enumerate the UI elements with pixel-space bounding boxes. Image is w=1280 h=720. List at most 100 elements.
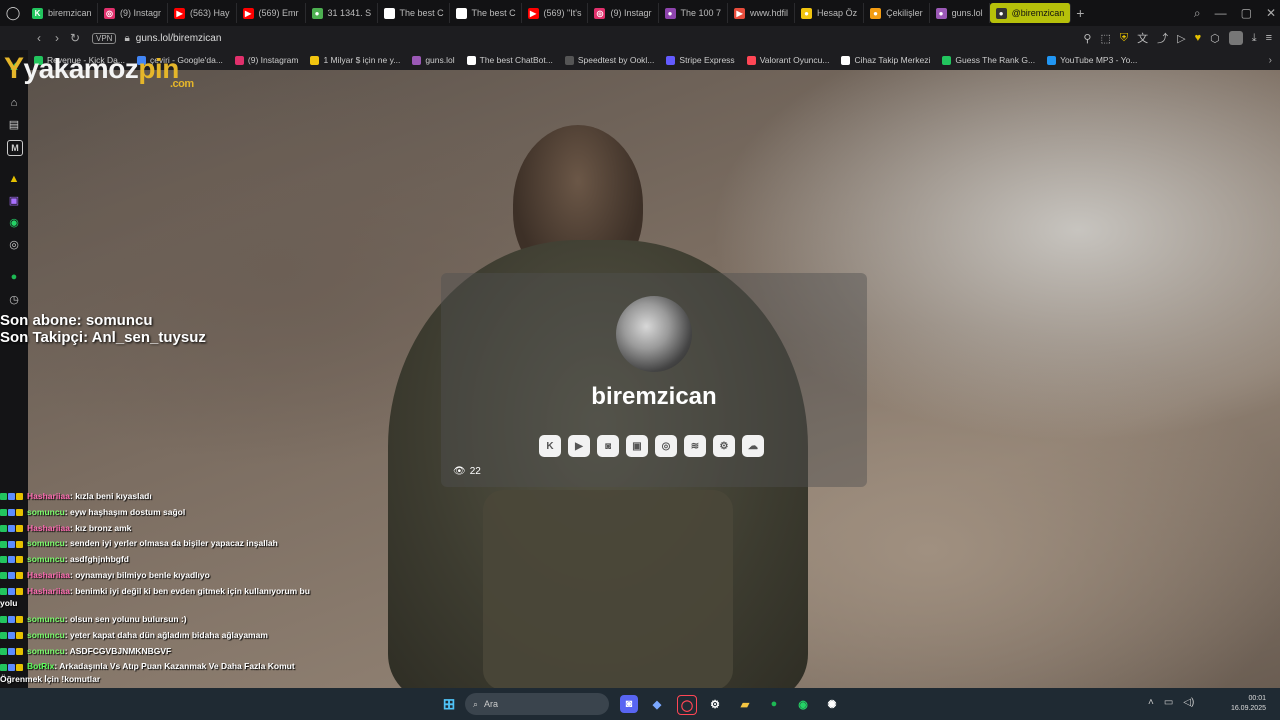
- spotify-icon[interactable]: ●: [765, 695, 783, 713]
- chat-badges: [0, 645, 24, 658]
- screenshot-icon[interactable]: ⬚: [1100, 32, 1110, 45]
- shield-icon[interactable]: ⛨: [1120, 32, 1128, 45]
- instagram-icon[interactable]: ◎: [655, 435, 677, 457]
- chat-badge-icon: [8, 663, 15, 671]
- monitor-icon[interactable]: ▭: [1164, 697, 1173, 708]
- search-tabs-icon[interactable]: ⌕: [1194, 6, 1201, 21]
- bookmark-favicon-icon: [841, 55, 851, 65]
- vpn-badge[interactable]: VPN: [92, 32, 117, 44]
- browser-tab[interactable]: ◈ The best C: [450, 3, 522, 23]
- browser-tab[interactable]: ● Çekilişler: [864, 3, 930, 23]
- forward-button[interactable]: ›: [48, 31, 66, 45]
- browser-tab[interactable]: ◎ (9) Instagr: [98, 3, 169, 23]
- browser-tab[interactable]: ● @biremzican: [989, 3, 1072, 23]
- bookmarks-more-icon[interactable]: ›: [1269, 55, 1272, 66]
- steam-icon[interactable]: ⚙: [713, 435, 735, 457]
- translate-icon[interactable]: 文: [1137, 30, 1148, 46]
- whatsapp-icon[interactable]: ◉: [794, 695, 812, 713]
- steam-icon[interactable]: ⚙: [706, 695, 724, 713]
- chat-text: : kız bronz amk: [70, 522, 132, 533]
- chat-badges: [0, 613, 24, 626]
- kick-icon[interactable]: K: [539, 435, 561, 457]
- profile-avatar[interactable]: [1228, 31, 1243, 45]
- chat-username: Hashariiaa: [27, 491, 70, 501]
- mail-icon[interactable]: M: [7, 140, 23, 156]
- volume-icon[interactable]: ◁): [1183, 697, 1194, 708]
- history-icon[interactable]: ◷: [7, 293, 21, 307]
- back-button[interactable]: ‹: [30, 31, 48, 45]
- chat-badge-icon: [0, 509, 7, 517]
- bookmark-item[interactable]: guns.lol: [406, 55, 460, 65]
- start-icon[interactable]: ⊞: [440, 695, 458, 713]
- chat-badges: [0, 585, 24, 598]
- bookmark-item[interactable]: Stripe Express: [660, 55, 740, 65]
- tray-expand-icon[interactable]: ˄: [1148, 697, 1154, 708]
- bookmark-item[interactable]: Cihaz Takip Merkezi: [835, 55, 936, 65]
- whatsapp-icon[interactable]: ◉: [7, 216, 21, 230]
- browser-tab[interactable]: ● Hesap Öz: [795, 3, 865, 23]
- pinboard-icon[interactable]: ▤: [7, 118, 21, 132]
- discord-icon[interactable]: ◙: [597, 435, 619, 457]
- download-icon[interactable]: ⤓: [1252, 32, 1257, 45]
- system-tray: ˄ ▭ ◁): [1148, 697, 1194, 708]
- copilot-icon[interactable]: ◆: [648, 695, 666, 713]
- logo-mark-icon: Y: [4, 52, 24, 85]
- minimize-button[interactable]: —: [1215, 6, 1227, 20]
- browser-tab[interactable]: ▶ (563) Hay: [168, 3, 237, 23]
- twitch-icon[interactable]: ▣: [7, 194, 21, 208]
- flow-icon[interactable]: ⌂: [7, 96, 21, 110]
- clock-date: 16.09.2025: [1230, 705, 1266, 712]
- easy-setup-icon[interactable]: ≡: [1266, 32, 1272, 44]
- close-button[interactable]: ✕: [1266, 6, 1276, 20]
- opera-icon[interactable]: ◯: [677, 695, 697, 715]
- browser-tab[interactable]: ▶ (569) Emr: [237, 3, 306, 23]
- bookmark-item[interactable]: The best ChatBot...: [461, 55, 559, 65]
- new-tab-button[interactable]: +: [1071, 5, 1089, 21]
- chat-username: somuncu: [27, 538, 65, 549]
- chat-badge-icon: [0, 524, 7, 532]
- taskbar-search[interactable]: ⌕ Ara: [465, 693, 609, 715]
- browser-tab[interactable]: Kbiremzican: [26, 3, 98, 23]
- profile-avatar-image: [616, 296, 692, 372]
- maximize-button[interactable]: ▢: [1241, 6, 1252, 20]
- instagram-icon[interactable]: ◎: [7, 238, 21, 252]
- browser-tab[interactable]: ▶ (569) "It's: [522, 3, 589, 23]
- lock-icon[interactable]: 🔒︎: [124, 33, 129, 44]
- clock[interactable]: 00:01 16.09.2025: [1231, 694, 1266, 714]
- bookmark-favicon-icon: [234, 55, 244, 65]
- browser-tab[interactable]: ● The 100 7: [659, 3, 729, 23]
- share-icon[interactable]: ⤴: [1157, 30, 1168, 46]
- twitch-icon[interactable]: ▣: [626, 435, 648, 457]
- spotify-icon[interactable]: ●: [7, 270, 21, 284]
- bookmark-item[interactable]: Guess The Rank G...: [936, 55, 1041, 65]
- bookmark-item[interactable]: 1 Milyar $ için ne y...: [304, 55, 406, 65]
- file-explorer-icon[interactable]: ▰: [736, 695, 754, 713]
- play-icon[interactable]: ▷: [1177, 32, 1185, 45]
- url-input[interactable]: guns.lol/biremzican: [136, 33, 222, 44]
- chatgpt-icon[interactable]: ✺: [823, 695, 841, 713]
- browser-tab[interactable]: ◎ (9) Instagr: [588, 3, 659, 23]
- heart-icon[interactable]: ♥: [1195, 32, 1202, 44]
- opera-menu-icon[interactable]: ◯: [0, 5, 26, 21]
- bookmark-label: Valorant Oyuncu...: [759, 55, 830, 65]
- discord-icon[interactable]: ◙: [620, 695, 638, 713]
- bookmark-favicon-icon: [666, 55, 676, 65]
- pin-icon[interactable]: ⚲: [1083, 32, 1091, 45]
- spotify-icon[interactable]: ≋: [684, 435, 706, 457]
- chat-badge-icon: [8, 616, 15, 624]
- browser-tab[interactable]: ▶ www.hdfil: [728, 3, 796, 23]
- bookmark-item[interactable]: Valorant Oyuncu...: [741, 55, 836, 65]
- chat-text: : asdfghjnhbgfd: [64, 554, 129, 565]
- youtube-icon[interactable]: ▶: [568, 435, 590, 457]
- reload-button[interactable]: ↻: [66, 31, 84, 45]
- browser-tab[interactable]: ● guns.lol: [930, 3, 990, 23]
- bookmark-item[interactable]: Speedtest by Ookl...: [559, 55, 661, 65]
- aria-icon[interactable]: ▲: [7, 172, 21, 186]
- snapchat-icon[interactable]: ☁: [742, 435, 764, 457]
- browser-tab[interactable]: ◈ The best C: [378, 3, 450, 23]
- bookmark-item[interactable]: (9) Instagram: [229, 55, 305, 65]
- extensions-icon[interactable]: ⬡: [1210, 32, 1220, 45]
- browser-tab[interactable]: ● 31 1341. S: [306, 3, 378, 23]
- bookmark-item[interactable]: YouTube MP3 - Yo...: [1041, 55, 1143, 65]
- bookmark-label: guns.lol: [425, 55, 455, 65]
